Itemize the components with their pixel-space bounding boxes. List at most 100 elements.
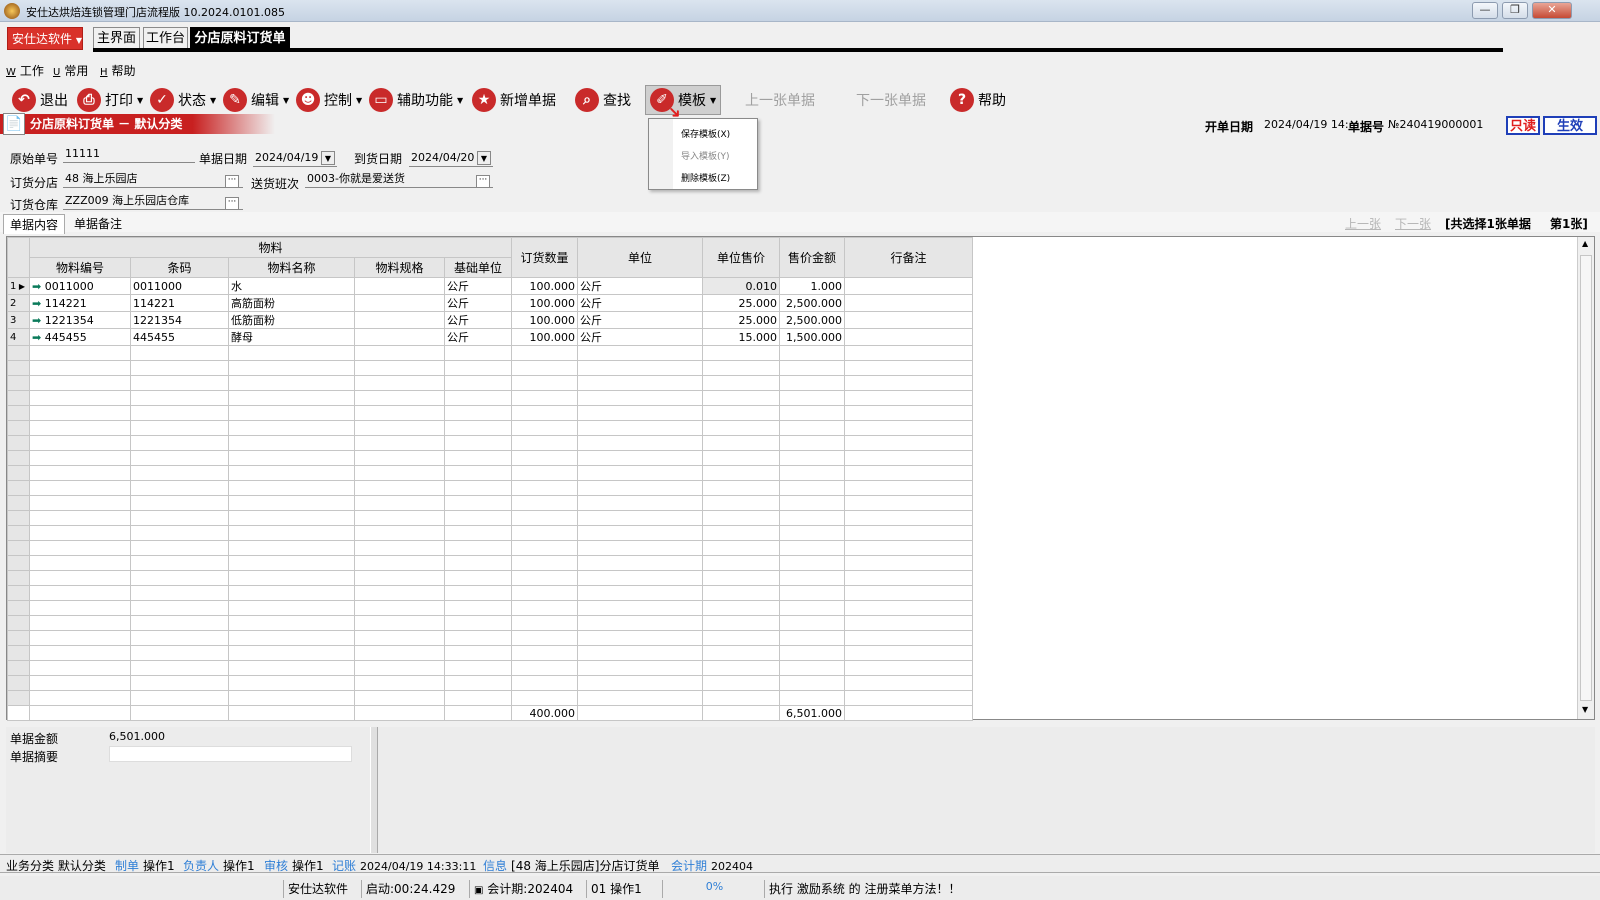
empty-cell[interactable] <box>702 465 780 481</box>
empty-cell[interactable] <box>844 405 973 421</box>
empty-cell[interactable] <box>844 360 973 376</box>
empty-cell[interactable] <box>228 480 355 496</box>
empty-cell[interactable] <box>779 390 845 406</box>
aux-button[interactable]: ▭ 辅助功能 ▼ <box>369 85 463 115</box>
grid-scrollbar[interactable]: ▲ ▼ <box>1577 237 1594 719</box>
empty-cell[interactable] <box>444 585 512 601</box>
empty-cell[interactable] <box>702 435 780 451</box>
empty-cell[interactable] <box>354 585 445 601</box>
empty-cell[interactable] <box>511 630 578 646</box>
empty-cell[interactable] <box>228 675 355 691</box>
empty-row[interactable] <box>7 690 973 706</box>
empty-cell[interactable] <box>511 420 578 436</box>
cell-base-unit[interactable]: 公斤 <box>444 311 512 329</box>
empty-cell[interactable] <box>130 465 229 481</box>
empty-cell[interactable] <box>702 420 780 436</box>
empty-cell[interactable] <box>444 630 512 646</box>
empty-cell[interactable] <box>779 360 845 376</box>
empty-cell[interactable] <box>844 660 973 676</box>
empty-cell[interactable] <box>354 570 445 586</box>
empty-cell[interactable] <box>29 450 131 466</box>
empty-cell[interactable] <box>29 510 131 526</box>
empty-row[interactable] <box>7 450 973 466</box>
cell-barcode[interactable]: 0011000 <box>130 277 229 295</box>
panel-splitter[interactable] <box>370 727 378 853</box>
empty-row[interactable] <box>7 405 973 421</box>
empty-row[interactable] <box>7 660 973 676</box>
cell-spec[interactable] <box>354 277 445 295</box>
empty-cell[interactable] <box>354 600 445 616</box>
row-number[interactable] <box>7 600 30 616</box>
row-number[interactable] <box>7 540 30 556</box>
empty-row[interactable] <box>7 390 973 406</box>
empty-cell[interactable] <box>577 555 703 571</box>
cell-note[interactable] <box>844 294 973 312</box>
empty-cell[interactable] <box>228 585 355 601</box>
empty-cell[interactable] <box>228 450 355 466</box>
row-number[interactable] <box>7 465 30 481</box>
col-header-price[interactable]: 单位售价 <box>702 237 780 278</box>
empty-cell[interactable] <box>577 480 703 496</box>
empty-cell[interactable] <box>702 540 780 556</box>
empty-cell[interactable] <box>354 615 445 631</box>
cell-price[interactable]: 15.000 <box>702 328 780 346</box>
cell-code[interactable]: ➡ 445455 <box>29 328 131 346</box>
cell-code[interactable]: ➡ 1221354 <box>29 311 131 329</box>
empty-cell[interactable] <box>130 375 229 391</box>
empty-cell[interactable] <box>779 420 845 436</box>
empty-cell[interactable] <box>444 405 512 421</box>
close-button[interactable]: ✕ <box>1532 2 1572 19</box>
col-header-unit[interactable]: 单位 <box>577 237 703 278</box>
tab-doc-remarks[interactable]: 单据备注 <box>68 214 128 233</box>
empty-cell[interactable] <box>354 420 445 436</box>
cell-base-unit[interactable]: 公斤 <box>444 294 512 312</box>
cell-barcode[interactable]: 1221354 <box>130 311 229 329</box>
cell-base-unit[interactable]: 公斤 <box>444 277 512 295</box>
cell-base-unit[interactable]: 公斤 <box>444 328 512 346</box>
empty-row[interactable] <box>7 360 973 376</box>
empty-cell[interactable] <box>577 405 703 421</box>
empty-cell[interactable] <box>844 510 973 526</box>
empty-cell[interactable] <box>29 390 131 406</box>
cell-note[interactable] <box>844 311 973 329</box>
empty-cell[interactable] <box>702 690 780 706</box>
empty-cell[interactable] <box>702 495 780 511</box>
row-number[interactable]: 1 ▶ <box>7 277 30 295</box>
empty-row[interactable] <box>7 570 973 586</box>
empty-cell[interactable] <box>511 480 578 496</box>
empty-cell[interactable] <box>354 675 445 691</box>
empty-cell[interactable] <box>444 480 512 496</box>
prev-link[interactable]: 上一张 <box>1345 215 1381 232</box>
scroll-down-icon[interactable]: ▼ <box>1582 705 1588 714</box>
col-header-qty[interactable]: 订货数量 <box>511 237 578 278</box>
empty-cell[interactable] <box>577 675 703 691</box>
empty-cell[interactable] <box>228 555 355 571</box>
empty-cell[interactable] <box>228 615 355 631</box>
empty-cell[interactable] <box>29 600 131 616</box>
empty-cell[interactable] <box>130 405 229 421</box>
empty-cell[interactable] <box>29 570 131 586</box>
cell-name[interactable]: 水 <box>228 277 355 295</box>
cell-unit[interactable]: 公斤 <box>577 294 703 312</box>
cell-spec[interactable] <box>354 328 445 346</box>
empty-cell[interactable] <box>444 600 512 616</box>
empty-cell[interactable] <box>29 675 131 691</box>
empty-cell[interactable] <box>228 420 355 436</box>
empty-cell[interactable] <box>779 570 845 586</box>
menu-work[interactable]: W 工作 <box>6 62 44 79</box>
col-header-name[interactable]: 物料名称 <box>228 257 355 278</box>
empty-cell[interactable] <box>354 555 445 571</box>
row-number[interactable] <box>7 480 30 496</box>
cell-amount[interactable]: 2,500.000 <box>779 311 845 329</box>
empty-cell[interactable] <box>130 540 229 556</box>
empty-cell[interactable] <box>779 585 845 601</box>
row-number[interactable] <box>7 450 30 466</box>
empty-cell[interactable] <box>444 540 512 556</box>
empty-cell[interactable] <box>228 405 355 421</box>
empty-cell[interactable] <box>228 360 355 376</box>
empty-cell[interactable] <box>577 390 703 406</box>
empty-row[interactable] <box>7 630 973 646</box>
empty-cell[interactable] <box>577 660 703 676</box>
row-number[interactable] <box>7 525 30 541</box>
menu-item-delete-template[interactable]: 删除模板(Z) <box>681 171 730 184</box>
